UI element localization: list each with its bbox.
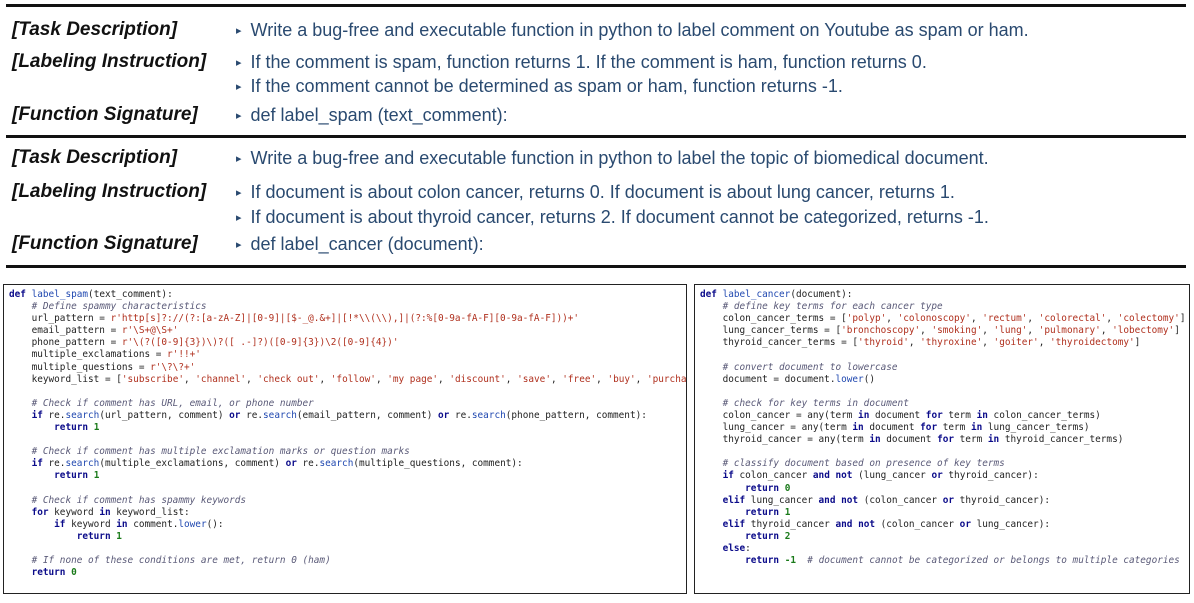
task-label: [Task Description]	[12, 19, 178, 40]
code-line: # Define spammy characteristics	[31, 301, 207, 313]
bullet-icon: ▸	[236, 25, 242, 37]
code-line: thyroid_cancer = any(term in document fo…	[700, 434, 1124, 446]
code-line: # convert document to lowercase	[722, 361, 898, 373]
instruction-row-2: ▸ If document is about thyroid cancer, re…	[0, 203, 1194, 231]
task-row: [Task Description] ▸ Write a bug-free and…	[0, 144, 1194, 172]
code-line: if colon_cancer and not (lung_cancer or …	[722, 470, 1039, 482]
code-line: # check for key terms in document	[722, 397, 909, 409]
code-line: def label_spam(text_comment):	[9, 289, 173, 300]
task-row: [Task Description] ▸ Write a bug-free and…	[0, 16, 1194, 44]
code-line: keyword_list = ['subscribe', 'channel', …	[9, 373, 687, 385]
code-line: url_pattern = r'http[s]?://(?:[a-zA-Z]|[…	[9, 313, 580, 325]
task-label: [Task Description]	[12, 147, 178, 168]
instruction-text-1: If the comment is spam, function returns…	[250, 52, 927, 72]
code-line: elif lung_cancer and not (colon_cancer o…	[722, 494, 1050, 506]
signature-text: def label_cancer (document):	[250, 234, 484, 254]
code-line: def label_cancer(document):	[700, 289, 853, 300]
top-rule	[6, 4, 1186, 7]
bullet-icon: ▸	[236, 153, 242, 165]
bullet-icon: ▸	[236, 81, 242, 93]
code-line: return 1	[745, 506, 791, 518]
task-text: Write a bug-free and executable function…	[250, 148, 989, 168]
middle-rule	[6, 135, 1186, 138]
code-line: else:	[722, 542, 751, 554]
code-line: thyroid_cancer_terms = ['thyroid', 'thyr…	[700, 337, 1141, 349]
code-line: document = document.lower()	[700, 373, 875, 385]
code-line: multiple_questions = r'\?\?+'	[9, 361, 196, 373]
instruction-text-2: If document is about thyroid cancer, ret…	[250, 207, 989, 227]
code-panel-spam: def label_spam(text_comment): # Define s…	[3, 284, 687, 594]
code-line: elif thyroid_cancer and not (colon_cance…	[722, 518, 1050, 530]
signature-row: [Function Signature] ▸ def label_cancer (…	[0, 230, 1194, 258]
code-line: return 1	[54, 422, 100, 434]
code-line: return 2	[745, 530, 791, 542]
bullet-icon: ▸	[236, 110, 242, 122]
signature-text: def label_spam (text_comment):	[250, 105, 508, 125]
code-line: multiple_exclamations = r'!!+'	[9, 349, 201, 361]
code-line: lung_cancer_terms = ['bronchoscopy', 'sm…	[700, 325, 1180, 337]
code-panel-cancer: def label_cancer(document): # define key…	[694, 284, 1190, 594]
bottom-rule	[6, 265, 1186, 268]
code-line: email_pattern = r'\S+@\S+'	[9, 325, 179, 337]
code-line: # classify document based on presence of…	[722, 458, 1005, 470]
instruction-label: [Labeling Instruction]	[12, 181, 207, 202]
signature-label: [Function Signature]	[12, 233, 198, 254]
code-line: return 0	[745, 482, 791, 494]
code-line: for keyword in keyword_list:	[31, 506, 190, 518]
code-line: # Check if comment has URL, email, or ph…	[31, 397, 314, 409]
instruction-row: [Labeling Instruction] ▸ If document is a…	[0, 178, 1194, 206]
code-line: # Check if comment has multiple exclamat…	[31, 446, 410, 458]
code-line: lung_cancer = any(term in document for t…	[700, 422, 1090, 434]
bullet-icon: ▸	[236, 212, 242, 224]
instruction-text-1: If document is about colon cancer, retur…	[250, 182, 955, 202]
bullet-icon: ▸	[236, 239, 242, 251]
code-line: return -1 # document cannot be categoriz…	[745, 555, 1180, 567]
instruction-text-2: If the comment cannot be determined as s…	[250, 76, 843, 96]
code-line: if re.search(multiple_exclamations, comm…	[31, 458, 523, 470]
signature-label: [Function Signature]	[12, 104, 198, 125]
code-line: colon_cancer_terms = ['polyp', 'colonosc…	[700, 313, 1186, 325]
code-line: return 1	[76, 530, 122, 542]
instruction-row-2: ▸ If the comment cannot be determined as …	[0, 72, 1194, 100]
task-text: Write a bug-free and executable function…	[250, 20, 1029, 40]
code-line: # If none of these conditions are met, r…	[31, 555, 331, 567]
code-line: return 0	[31, 567, 77, 579]
code-line: if re.search(url_pattern, comment) or re…	[31, 409, 647, 421]
code-line: # Check if comment has spammy keywords	[31, 494, 247, 506]
code-line: if keyword in comment.lower():	[54, 518, 224, 530]
code-line: return 1	[54, 470, 100, 482]
code-block-cancer: def label_cancer(document): # define key…	[700, 289, 1185, 567]
code-line: # define key terms for each cancer type	[722, 301, 943, 313]
code-line: phone_pattern = r'\(?([0-9]{3})\)?([ .-]…	[9, 337, 399, 349]
code-block-spam: def label_spam(text_comment): # Define s…	[9, 289, 687, 579]
signature-row: [Function Signature] ▸ def label_spam (te…	[0, 101, 1194, 129]
code-line: colon_cancer = any(term in document for …	[700, 409, 1101, 421]
